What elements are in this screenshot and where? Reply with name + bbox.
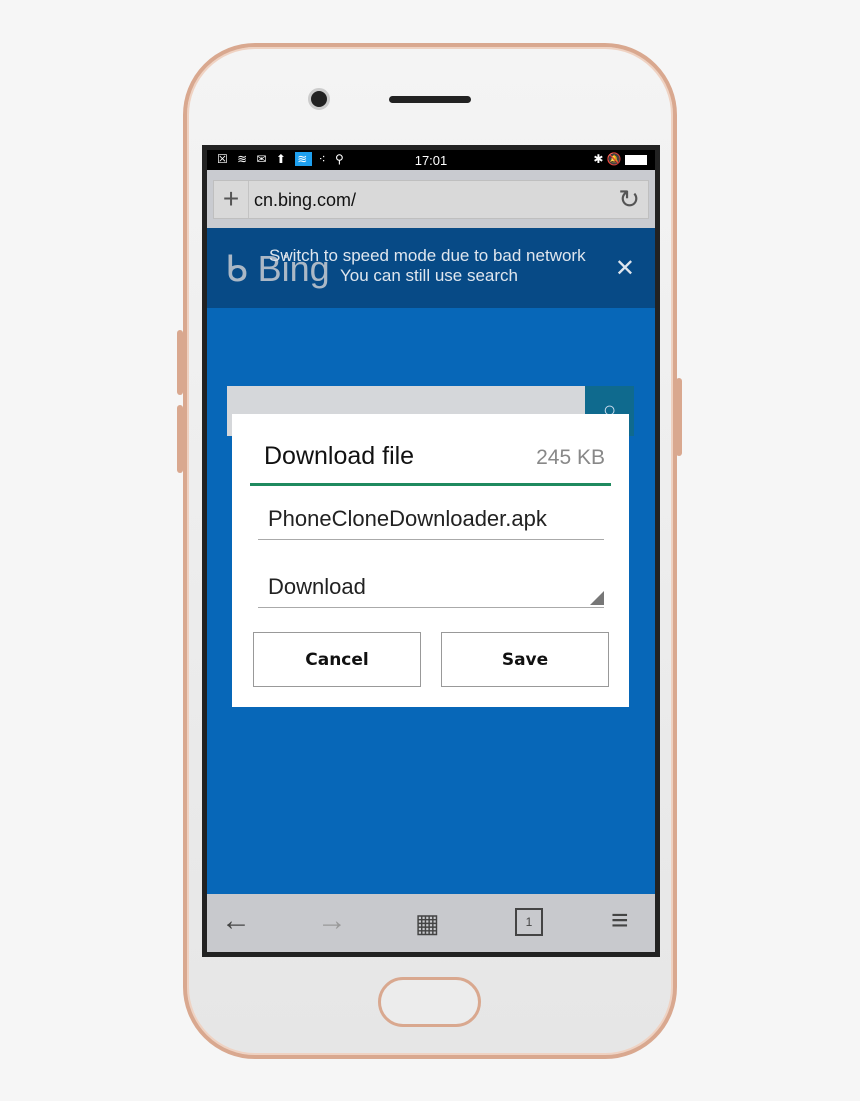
camera <box>308 88 330 110</box>
reload-icon[interactable]: ↻ <box>618 184 640 215</box>
download-dialog: Download file 245 KB PhoneCloneDownloade… <box>232 414 629 707</box>
status-bar: ☒ ≋ ✉ ⬆ ≋ ⁖ ⚲ 17:01 ✱ 🔕 <box>207 150 655 170</box>
folder-value: Download <box>268 574 366 599</box>
url-field[interactable]: + cn.bing.com/ ↻ <box>213 180 649 219</box>
filename-input[interactable]: PhoneCloneDownloader.apk <box>258 506 604 540</box>
url-text[interactable]: cn.bing.com/ <box>254 190 356 211</box>
volume-up-button <box>177 330 183 395</box>
network-banner: ᑲ Bing Switch to speed mode due to bad n… <box>207 228 655 308</box>
dropdown-icon <box>590 591 604 605</box>
apps-grid-icon[interactable]: ▦ <box>415 908 439 939</box>
banner-message: Switch to speed mode due to bad network <box>269 246 586 265</box>
folder-select[interactable]: Download <box>258 574 604 608</box>
power-button <box>676 378 682 456</box>
battery-icon <box>625 154 647 165</box>
menu-icon[interactable]: ≡ <box>611 904 629 938</box>
tabs-count: 1 <box>525 915 533 929</box>
home-button[interactable] <box>378 977 481 1027</box>
dialog-title: Download file <box>264 442 415 470</box>
plus-icon[interactable]: + <box>214 181 249 218</box>
bottom-nav: ← → ▦ 1 ≡ <box>207 894 655 952</box>
tabs-icon[interactable]: 1 <box>515 908 543 936</box>
file-size: 245 KB <box>536 446 605 469</box>
volume-down-button <box>177 405 183 473</box>
banner-submessage: You can still use search <box>340 266 518 285</box>
save-button[interactable]: Save <box>441 632 609 687</box>
clock: 17:01 <box>414 153 448 168</box>
status-icons-right: ✱ 🔕 <box>593 152 647 166</box>
title-divider <box>250 483 611 486</box>
speaker <box>389 96 471 103</box>
address-bar: + cn.bing.com/ ↻ <box>207 170 655 228</box>
close-icon[interactable]: ✕ <box>615 254 635 283</box>
cancel-button[interactable]: Cancel <box>253 632 421 687</box>
back-icon[interactable]: ← <box>221 904 251 938</box>
forward-icon[interactable]: → <box>317 904 347 938</box>
